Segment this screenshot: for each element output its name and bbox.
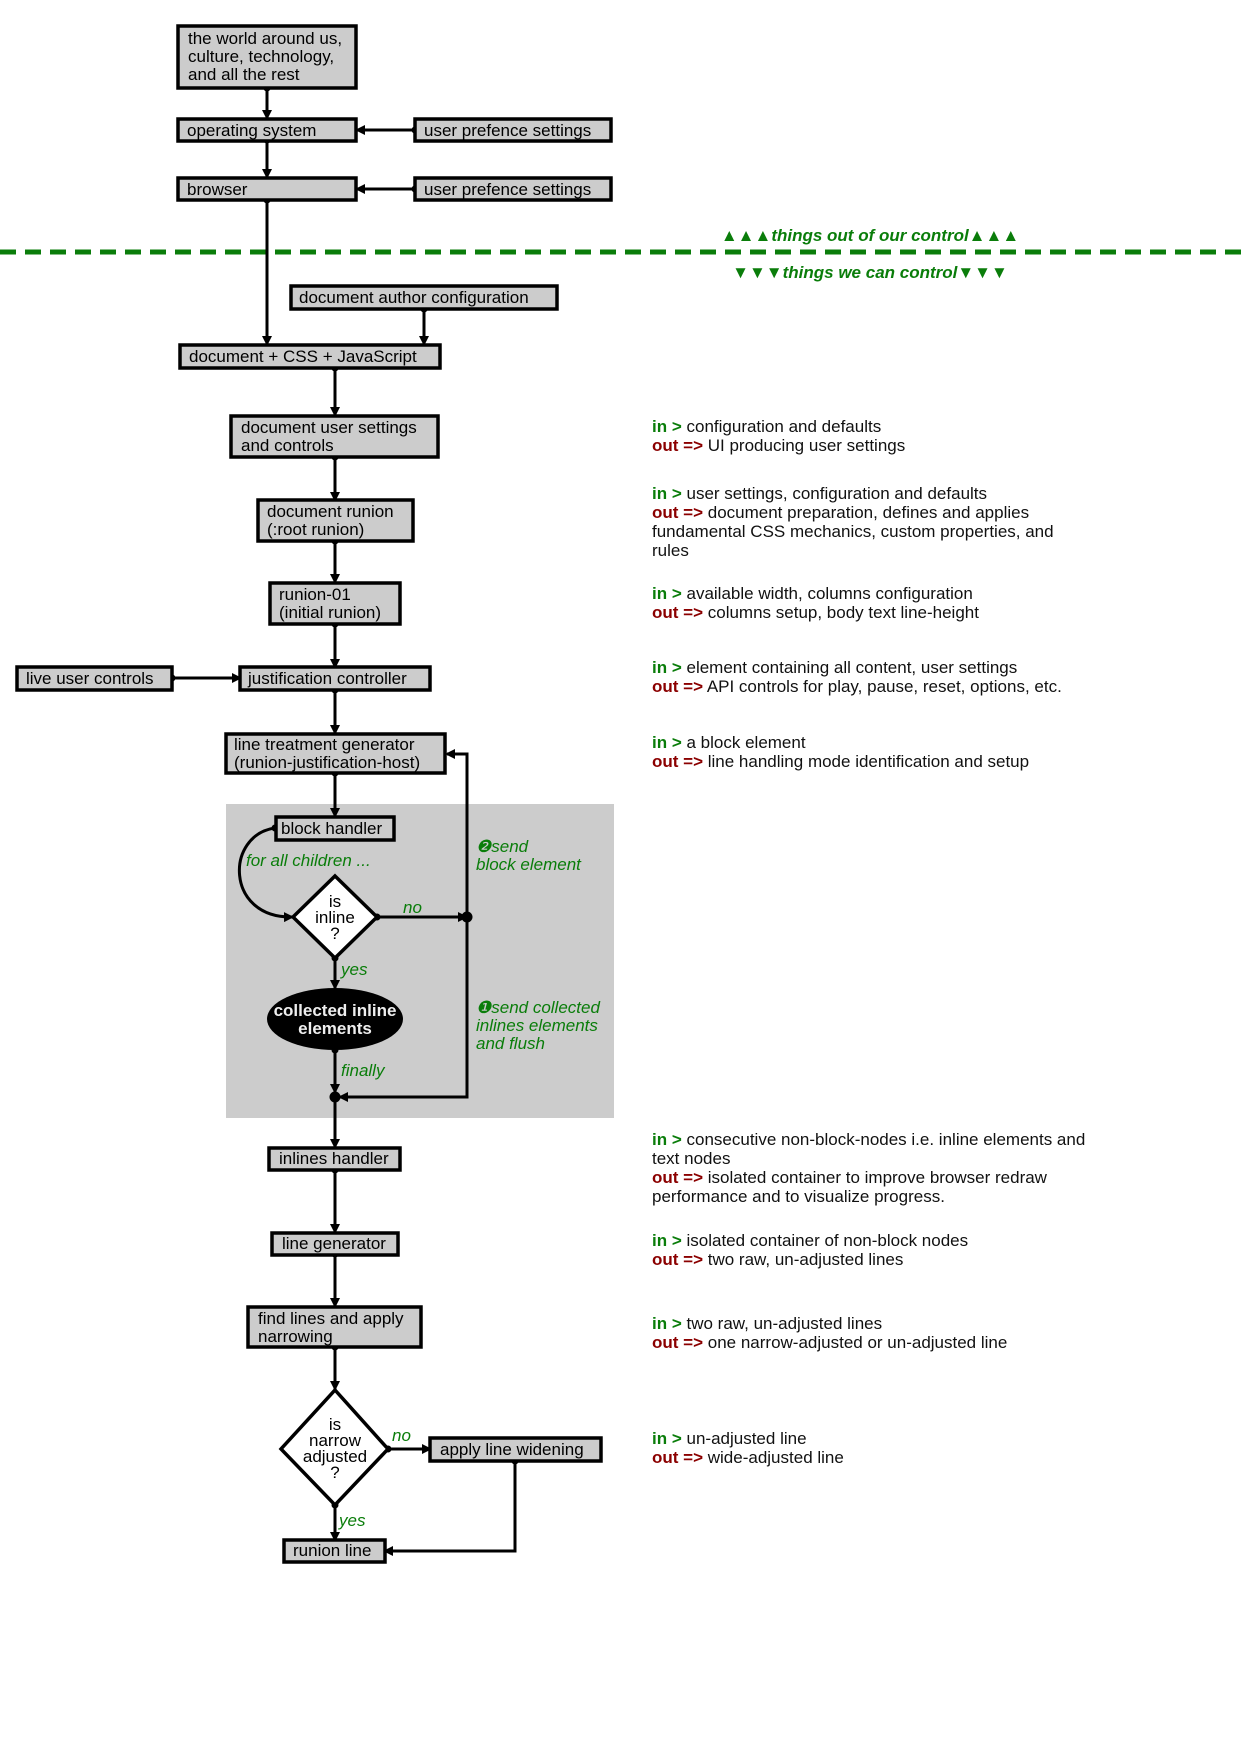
svg-text:?: ? [330,924,339,943]
svg-text:operating system: operating system [187,121,316,140]
node-doc-runion: document runion (:root runion) [256,498,415,543]
node-block-handler: block handler [274,815,396,842]
note-apply-widening: in > un-adjusted line out => wide-adjust… [652,1429,844,1467]
svg-text:justification controller: justification controller [247,669,407,688]
note-line-treatment: in > a block element out => line handlin… [652,733,1030,771]
node-apply-widening: apply line widening [428,1436,603,1463]
divider-below-label: ▼▼▼things we can control▼▼▼ [732,263,1008,282]
note-line-generator: in > isolated container of non-block nod… [652,1231,969,1269]
no-label-inline: no [403,898,422,917]
svg-text:❷send: ❷send [476,837,529,856]
finally-label: finally [341,1061,386,1080]
svg-text:and flush: and flush [476,1034,545,1053]
node-author-config: document author configuration [289,284,559,311]
svg-text:line treatment generator: line treatment generator [234,735,415,754]
note-doc-runion: in > user settings, configuration and de… [652,484,1054,560]
svg-text:runion-01: runion-01 [279,585,351,604]
svg-text:document + CSS + JavaScript: document + CSS + JavaScript [189,347,417,366]
note-inlines-handler: in > consecutive non-block-nodes i.e. in… [652,1130,1086,1206]
node-user-pref-browser: user prefence settings [413,176,613,202]
svg-text:❶send collected: ❶send collected [476,998,600,1017]
note-user-settings: in > configuration and defaults out => U… [652,417,906,455]
svg-text:line generator: line generator [282,1234,386,1253]
note-justification-controller: in > element containing all content, use… [652,658,1062,696]
svg-text:block element: block element [476,855,582,874]
node-user-pref-os: user prefence settings [413,117,613,143]
svg-text:find lines and apply: find lines and apply [258,1309,404,1328]
node-doc-css-js: document + CSS + JavaScript [178,343,442,370]
svg-text:runion line: runion line [293,1541,371,1560]
note-runion-01: in > available width, columns configurat… [652,584,979,622]
svg-text:elements: elements [298,1019,372,1038]
svg-text:?: ? [330,1463,339,1482]
svg-text:culture, technology,: culture, technology, [188,47,334,66]
svg-text:apply line widening: apply line widening [440,1440,584,1459]
node-live-user-controls: live user controls [15,665,174,692]
node-find-lines: find lines and apply narrowing [246,1305,423,1349]
svg-text:document runion: document runion [267,502,394,521]
svg-text:inlines elements: inlines elements [476,1016,598,1035]
svg-text:and all the rest: and all the rest [188,65,300,84]
node-collected-inline: collected inline elements [267,988,403,1050]
svg-text:block handler: block handler [281,819,382,838]
node-line-treatment: line treatment generator (runion-justifi… [224,732,447,775]
no-label-narrow: no [392,1426,411,1445]
yes-label-narrow: yes [338,1511,366,1530]
svg-text:the world around us,: the world around us, [188,29,342,48]
node-runion-01: runion-01 (initial runion) [268,581,402,626]
note-find-lines: in > two raw, un-adjusted lines out => o… [652,1314,1008,1352]
svg-text:(:root runion): (:root runion) [267,520,364,539]
svg-text:inlines handler: inlines handler [279,1149,389,1168]
node-user-settings: document user settings and controls [229,414,440,459]
decision-is-narrow-adjusted: is narrow adjusted ? [278,1387,391,1508]
node-browser: browser [176,176,358,202]
node-line-generator: line generator [270,1231,400,1257]
yes-label-inline: yes [340,960,368,979]
svg-text:user prefence settings: user prefence settings [424,180,591,199]
svg-text:browser: browser [187,180,248,199]
svg-text:and controls: and controls [241,436,334,455]
node-inlines-handler: inlines handler [267,1146,402,1172]
node-justification-controller: justification controller [238,665,432,692]
svg-text:narrowing: narrowing [258,1327,333,1346]
divider-above-label: ▲▲▲things out of our control▲▲▲ [721,226,1019,245]
svg-text:(initial runion): (initial runion) [279,603,381,622]
flowchart: ▲▲▲things out of our control▲▲▲ ▼▼▼thing… [0,24,1241,1564]
svg-text:live user controls: live user controls [26,669,154,688]
svg-text:user prefence settings: user prefence settings [424,121,591,140]
svg-text:document author configuration: document author configuration [299,288,529,307]
node-runion-line: runion line [282,1538,387,1564]
node-operating-system: operating system [176,117,358,143]
svg-text:collected inline: collected inline [274,1001,397,1020]
node-world: the world around us, culture, technology… [176,24,358,90]
svg-text:(runion-justification-host): (runion-justification-host) [234,753,420,772]
for-all-children-label: for all children ... [246,851,371,870]
svg-text:document user settings: document user settings [241,418,417,437]
